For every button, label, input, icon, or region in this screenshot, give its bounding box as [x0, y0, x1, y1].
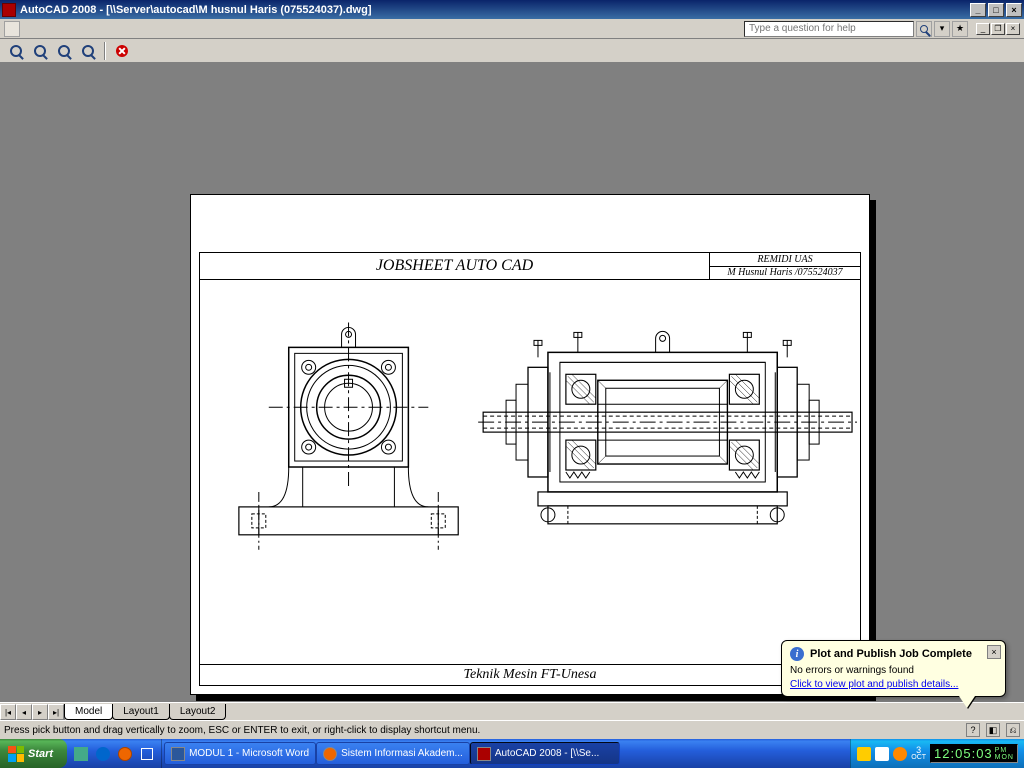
firefox-icon [118, 747, 132, 761]
balloon-title: Plot and Publish Job Complete [810, 648, 972, 660]
word-icon [171, 747, 185, 761]
balloon-close-button[interactable]: × [987, 645, 1001, 659]
clock-day: MON [995, 754, 1014, 761]
tray-month: OCT [911, 754, 926, 762]
zoom-realtime-button[interactable] [6, 41, 26, 61]
status-annotation-icon[interactable]: ◧ [986, 723, 1000, 737]
tab-layout2[interactable]: Layout2 [169, 704, 227, 720]
status-hint: Press pick button and drag vertically to… [4, 725, 480, 736]
layout-tabbar: |◂ ◂ ▸ ▸| Model Layout1 Layout2 [0, 702, 1024, 720]
search-icon [920, 25, 928, 33]
tab-model[interactable]: Model [64, 704, 113, 720]
app-icon [2, 3, 16, 17]
mdi-restore-button[interactable]: ❐ [991, 23, 1005, 35]
start-label: Start [28, 748, 53, 760]
minimize-button[interactable]: _ [970, 3, 986, 17]
cancel-icon [116, 45, 128, 57]
quick-launch-item[interactable] [137, 744, 157, 764]
balloon-message: No errors or warnings found [790, 665, 997, 676]
tray-icon[interactable] [857, 747, 871, 761]
tray-calendar[interactable]: 3 OCT [911, 746, 926, 762]
window-title: AutoCAD 2008 - [\\Server\autocad\M husnu… [20, 4, 970, 16]
zoom-extents-button[interactable] [78, 41, 98, 61]
windows-taskbar: Start MODUL 1 - Microsoft Word Sistem In… [0, 739, 1024, 768]
magnifier-icon [58, 45, 70, 57]
help-search-input[interactable] [744, 21, 914, 37]
status-bar: Press pick button and drag vertically to… [0, 720, 1024, 739]
taskbar-tasks: MODUL 1 - Microsoft Word Sistem Informas… [162, 739, 850, 768]
tab-layout1[interactable]: Layout1 [112, 704, 170, 720]
menubar: ▾ ★ _ ❐ × [0, 19, 1024, 39]
help-favorite-button[interactable]: ★ [952, 21, 968, 37]
help-search-button[interactable] [916, 21, 932, 37]
mdi-minimize-button[interactable]: _ [976, 23, 990, 35]
tray-date: 3 [916, 746, 921, 754]
help-dropdown-button[interactable]: ▾ [934, 21, 950, 37]
toolbar-separator [104, 42, 106, 60]
taskbar-task-firefox[interactable]: Sistem Informasi Akadem... [316, 742, 470, 765]
zoom-cancel-button[interactable] [112, 41, 132, 61]
zoom-previous-button[interactable] [54, 41, 74, 61]
plot-complete-balloon: × i Plot and Publish Job Complete No err… [781, 640, 1006, 697]
status-lock-icon[interactable]: ⎌ [1006, 723, 1020, 737]
zoom-window-button[interactable] [30, 41, 50, 61]
toolbar-small-icon[interactable] [4, 21, 20, 37]
magnifier-icon [82, 45, 94, 57]
tab-next-button[interactable]: ▸ [32, 704, 48, 720]
app-icon [74, 747, 88, 761]
info-icon: i [790, 647, 804, 661]
task-label: MODUL 1 - Microsoft Word [189, 748, 309, 759]
system-tray: 3 OCT 12:05:03 PM MON [850, 739, 1024, 768]
status-help-icon[interactable]: ? [966, 723, 980, 737]
windows-logo-icon [8, 746, 24, 762]
drawing-content [199, 280, 861, 664]
taskbar-clock[interactable]: 12:05:03 PM MON [930, 744, 1018, 763]
window-titlebar: AutoCAD 2008 - [\\Server\autocad\M husnu… [0, 0, 1024, 19]
magnifier-icon [34, 45, 46, 57]
magnifier-icon [10, 45, 22, 57]
quick-launch-item[interactable] [115, 744, 135, 764]
paper-sheet: JOBSHEET AUTO CAD REMIDI UAS M Husnul Ha… [190, 194, 870, 695]
firefox-icon [323, 747, 337, 761]
tab-prev-button[interactable]: ◂ [16, 704, 32, 720]
drawing-footer: Teknik Mesin FT-Unesa [199, 664, 861, 686]
tray-icon[interactable] [893, 747, 907, 761]
clock-time: 12:05:03 [934, 746, 993, 761]
start-button[interactable]: Start [0, 739, 67, 768]
clock-ampm: PM [995, 747, 1014, 754]
task-label: AutoCAD 2008 - [\\Se... [495, 748, 600, 759]
quick-launch [67, 739, 162, 768]
close-button[interactable]: × [1006, 3, 1022, 17]
zoom-toolbar [0, 39, 1024, 63]
quick-launch-item[interactable] [71, 744, 91, 764]
taskbar-task-word[interactable]: MODUL 1 - Microsoft Word [164, 742, 316, 765]
balloon-details-link[interactable]: Click to view plot and publish details..… [790, 679, 958, 690]
tab-first-button[interactable]: |◂ [0, 704, 16, 720]
tray-printer-icon[interactable] [875, 747, 889, 761]
taskbar-task-autocad[interactable]: AutoCAD 2008 - [\\Se... [470, 742, 620, 765]
show-desktop-icon [141, 748, 153, 760]
tab-last-button[interactable]: ▸| [48, 704, 64, 720]
maximize-button[interactable]: □ [988, 3, 1004, 17]
mdi-close-button[interactable]: × [1006, 23, 1020, 35]
quick-launch-item[interactable] [93, 744, 113, 764]
autocad-icon [477, 747, 491, 761]
drawing-workspace[interactable]: JOBSHEET AUTO CAD REMIDI UAS M Husnul Ha… [0, 63, 1024, 702]
task-label: Sistem Informasi Akadem... [341, 748, 463, 759]
app-icon [96, 747, 110, 761]
